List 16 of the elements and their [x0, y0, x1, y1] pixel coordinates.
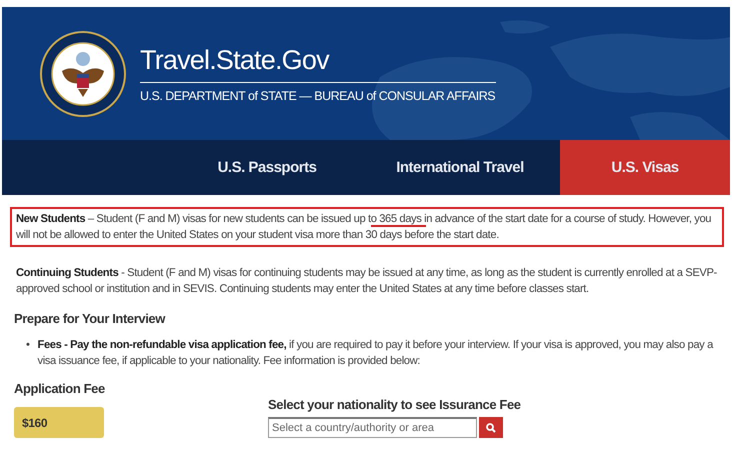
- application-fee-heading: Application Fee: [14, 381, 106, 397]
- fee-amount: $160: [14, 407, 104, 438]
- site-title[interactable]: Travel.State.Gov: [140, 44, 496, 82]
- nationality-heading: Select your nationality to see Issurance Fee: [268, 397, 521, 413]
- nav-tab[interactable]: U.S. Passports: [174, 140, 360, 195]
- search-button[interactable]: [479, 417, 503, 438]
- bullet-marker: •: [26, 338, 30, 353]
- country-search-field[interactable]: Select a country/authority or area: [268, 417, 477, 438]
- site-subtitle: U.S. DEPARTMENT of STATE — BUREAU of CONSULAR AFFAIRS: [140, 88, 496, 102]
- new-students-paragraph: New Students – Student (F and M) visas for new students can be issued up to 365 days in advance of the start date for a course of study. However, you will not be allowed to enter the United States on your student visa more than 30 days before the start date.: [10, 207, 724, 247]
- search-icon: [486, 422, 496, 432]
- nav-tab[interactable]: International Travel: [360, 140, 560, 195]
- section-heading: Prepare for Your Interview: [14, 311, 166, 327]
- continuing-students-paragraph: Continuing Students - Student (F and M) visas for continuing students may be issued at any time, as long as the student is currently enrolled at a SEVP-approved school or institution and in SEVIS. Continuing students may enter the United States at any time before classes start.: [15, 266, 718, 297]
- nav-tab[interactable]: U.S. Visas: [560, 140, 730, 195]
- fees-bullet: Fees - Pay the non-refundable visa application fee, if you are required to pay it before your interview. If your visa is approved, you may also pay a visa issuance fee, if applicable to your nationality. Fee information is provided below:: [38, 338, 714, 369]
